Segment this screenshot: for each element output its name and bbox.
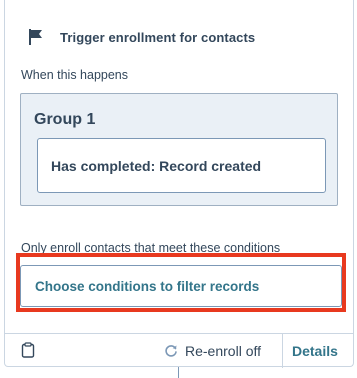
enrollment-trigger-card: Trigger enrollment for contacts When thi… xyxy=(4,0,354,368)
card-header: Trigger enrollment for contacts xyxy=(27,28,255,46)
reenroll-toggle[interactable]: Re-enroll off xyxy=(164,334,261,368)
flag-icon xyxy=(27,28,45,46)
workflow-connector-line xyxy=(178,367,179,378)
trigger-criteria[interactable]: Has completed: Record created xyxy=(37,138,326,193)
footer-divider xyxy=(282,334,283,368)
reenroll-label: Re-enroll off xyxy=(185,343,262,359)
group-title: Group 1 xyxy=(34,111,96,128)
choose-conditions-label: Choose conditions to filter records xyxy=(35,278,260,294)
trigger-group[interactable]: Group 1 Has completed: Record created xyxy=(20,93,338,206)
card-title: Trigger enrollment for contacts xyxy=(60,29,256,45)
trigger-section-label: When this happens xyxy=(21,68,129,82)
clipboard-icon[interactable] xyxy=(21,342,35,358)
details-link[interactable]: Details xyxy=(292,334,338,368)
refresh-icon xyxy=(164,344,178,358)
criteria-text: Has completed: Record created xyxy=(51,157,262,174)
choose-conditions-button[interactable]: Choose conditions to filter records xyxy=(20,265,342,307)
card-footer: Re-enroll off Details xyxy=(5,333,353,368)
